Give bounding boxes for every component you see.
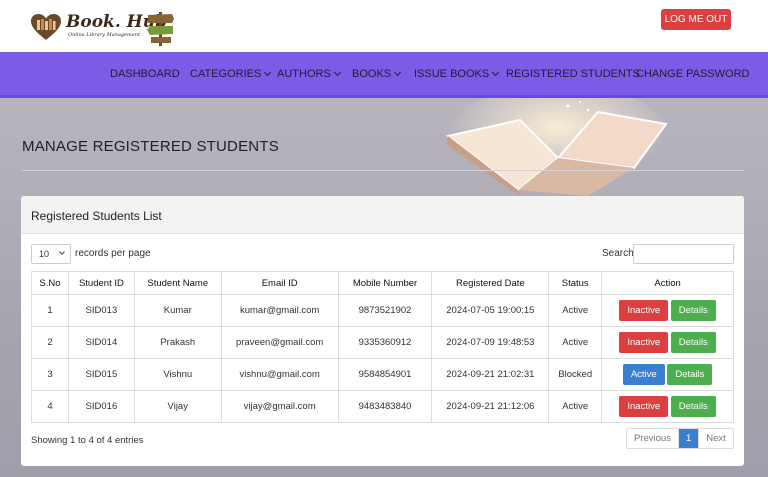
details-button[interactable]: Details (667, 364, 713, 385)
column-header[interactable]: Student Name (133, 271, 222, 295)
heart-books-icon (31, 14, 61, 40)
cell-registered-date: 2024-09-21 21:12:06 (431, 390, 550, 423)
cell-sno: 3 (31, 358, 69, 391)
cell-sno: 1 (31, 294, 69, 327)
chevron-down-icon (333, 68, 341, 77)
cell-status: Active (548, 390, 603, 423)
title-divider (22, 170, 744, 171)
cell-sno: 4 (31, 390, 69, 423)
details-button[interactable]: Details (670, 396, 716, 417)
logout-button[interactable]: LOG ME OUT (661, 9, 731, 30)
cell-status: Active (548, 326, 603, 359)
column-header[interactable]: Email ID (220, 271, 339, 295)
cell-status: Active (548, 294, 603, 327)
nav-authors[interactable]: AUTHORS (277, 68, 341, 80)
card-title: Registered Students List (31, 209, 162, 223)
nav-authors-label: AUTHORS (277, 68, 331, 80)
details-button[interactable]: Details (670, 300, 716, 321)
search-input[interactable] (633, 244, 734, 264)
column-header[interactable]: Status (548, 271, 603, 295)
nav-registered-students[interactable]: REGISTERED STUDENTS (506, 68, 640, 80)
chevron-down-icon (264, 68, 272, 77)
inactive-button[interactable]: Inactive (619, 300, 669, 321)
records-per-page-label: records per page (75, 248, 151, 259)
nav-dashboard-label: DASHBOARD (110, 68, 180, 80)
cell-mobile: 9873521902 (337, 294, 433, 327)
cell-student-id: SID015 (67, 358, 135, 391)
table-row: 4 SID016 Vijay vijay@gmail.com 948348384… (31, 390, 734, 423)
cell-student-name: Vijay (133, 390, 222, 423)
details-button[interactable]: Details (670, 332, 716, 353)
nav-dashboard[interactable]: DASHBOARD (110, 68, 180, 80)
nav-categories[interactable]: CATEGORIES (190, 68, 272, 80)
cell-student-name: Prakash (133, 326, 222, 359)
column-header[interactable]: Student ID (67, 271, 135, 295)
cell-registered-date: 2024-07-09 19:48:53 (431, 326, 550, 359)
nav-books-label: BOOKS (352, 68, 392, 80)
nav-categories-label: CATEGORIES (190, 68, 262, 80)
top-header: Book. Hub Online Library Management LOG … (0, 0, 768, 52)
main-nav: DASHBOARD CATEGORIES AUTHORS BOOKS ISSUE… (0, 52, 768, 98)
active-button[interactable]: Active (622, 364, 665, 385)
inactive-button[interactable]: Inactive (619, 332, 669, 353)
column-header[interactable]: Mobile Number (337, 271, 433, 295)
records-per-page-select[interactable]: 10 (31, 244, 71, 264)
nav-issue-books[interactable]: ISSUE BOOKS (414, 68, 500, 80)
card-header: Registered Students List (21, 196, 744, 234)
pagination-page-1[interactable]: 1 (678, 429, 699, 448)
cell-student-name: Kumar (133, 294, 222, 327)
site-logo[interactable]: Book. Hub Online Library Management (30, 10, 180, 46)
nav-change-password[interactable]: CHANGE PASSWORD (636, 68, 749, 80)
nav-issue-books-label: ISSUE BOOKS (414, 68, 490, 80)
cell-student-id: SID013 (67, 294, 135, 327)
cell-registered-date: 2024-07-05 19:00:15 (431, 294, 550, 327)
signpost-icon (147, 12, 174, 46)
page-title: MANAGE REGISTERED STUDENTS (22, 138, 279, 155)
cell-email: vijay@gmail.com (220, 390, 339, 423)
cell-email: kumar@gmail.com (220, 294, 339, 327)
cell-status: Blocked (548, 358, 603, 391)
logo-subtext: Online Library Management (68, 32, 140, 38)
nav-books[interactable]: BOOKS (352, 68, 402, 80)
cell-action: Inactive Details (601, 390, 734, 423)
column-header[interactable]: Registered Date (431, 271, 550, 295)
nav-registered-students-label: REGISTERED STUDENTS (506, 68, 640, 80)
table-header-row: S.No Student ID Student Name Email ID Mo… (31, 271, 734, 295)
cell-action: Inactive Details (601, 326, 734, 359)
cell-action: Inactive Details (601, 294, 734, 327)
pagination-next[interactable]: Next (698, 429, 733, 448)
cell-student-id: SID014 (67, 326, 135, 359)
table-row: 2 SID014 Prakash praveen@gmail.com 93353… (31, 326, 734, 359)
cell-student-name: Vishnu (133, 358, 222, 391)
students-table: S.No Student ID Student Name Email ID Mo… (31, 271, 734, 423)
column-header: Action (601, 271, 734, 295)
cell-mobile: 9483483840 (337, 390, 433, 423)
table-row: 1 SID013 Kumar kumar@gmail.com 987352190… (31, 294, 734, 327)
table-row: 3 SID015 Vishnu vishnu@gmail.com 9584854… (31, 358, 734, 391)
records-per-page-value: 10 (39, 249, 50, 259)
pagination-previous[interactable]: Previous (627, 429, 679, 448)
cell-mobile: 9584854901 (337, 358, 433, 391)
search-label: Search: (602, 248, 637, 259)
open-book-illustration (445, 98, 668, 198)
cell-mobile: 9335360912 (337, 326, 433, 359)
chevron-down-icon (59, 249, 65, 255)
column-header[interactable]: S.No (31, 271, 69, 295)
cell-student-id: SID016 (67, 390, 135, 423)
cell-action: Active Details (601, 358, 734, 391)
table-info: Showing 1 to 4 of 4 entries (31, 435, 144, 446)
cell-sno: 2 (31, 326, 69, 359)
chevron-down-icon (492, 68, 500, 77)
cell-registered-date: 2024-09-21 21:02:31 (431, 358, 550, 391)
inactive-button[interactable]: Inactive (619, 396, 669, 417)
chevron-down-icon (394, 68, 402, 77)
students-card: Registered Students List 10 records per … (21, 196, 744, 466)
cell-email: praveen@gmail.com (220, 326, 339, 359)
cell-email: vishnu@gmail.com (220, 358, 339, 391)
nav-change-password-label: CHANGE PASSWORD (636, 68, 750, 80)
pagination: Previous 1 Next (626, 428, 734, 449)
